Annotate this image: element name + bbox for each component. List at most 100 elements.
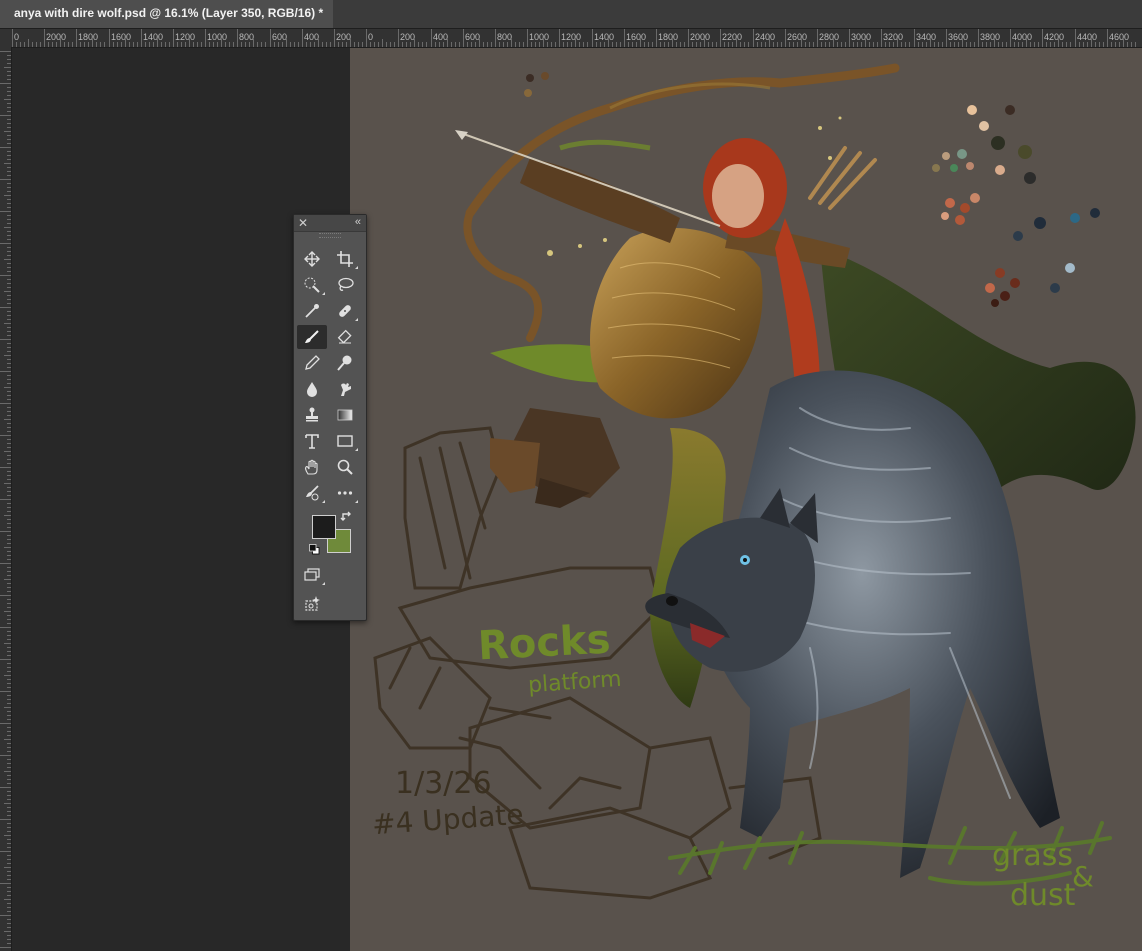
blur-tool[interactable] xyxy=(297,377,327,401)
quick-selection-tool[interactable] xyxy=(297,273,327,297)
ruler-tick xyxy=(7,747,11,748)
stamp-icon xyxy=(306,407,318,422)
brush-tool[interactable] xyxy=(297,325,327,349)
ruler-tick xyxy=(76,29,77,47)
ruler-label: 800 xyxy=(239,32,255,42)
crop-tool[interactable] xyxy=(330,247,360,271)
mixer-brush-tool[interactable] xyxy=(297,481,327,505)
rocks-annotation: Rocks xyxy=(476,616,612,670)
close-icon[interactable]: ✕ xyxy=(298,215,308,231)
ruler-minor-tick xyxy=(1058,39,1059,47)
ruler-tick xyxy=(7,939,11,940)
ruler-tick xyxy=(1010,29,1011,47)
ruler-tick xyxy=(7,715,11,716)
ruler-tick xyxy=(7,727,11,728)
generative-fill-button[interactable] xyxy=(297,592,327,616)
ruler-tick xyxy=(0,659,11,660)
ruler-minor-tick xyxy=(877,42,878,47)
ruler-label: 200 xyxy=(336,32,352,42)
clone-stamp-tool[interactable] xyxy=(297,403,327,427)
swap-colors-icon[interactable] xyxy=(340,510,354,524)
ruler-tick xyxy=(7,639,11,640)
ruler-tick xyxy=(109,29,110,47)
ruler-tick xyxy=(7,399,11,400)
eyedropper-tool[interactable] xyxy=(297,299,327,323)
move-tool[interactable] xyxy=(297,247,327,271)
pencil-tool[interactable] xyxy=(297,351,327,375)
collapse-icon[interactable]: « xyxy=(355,215,361,230)
ruler-tick xyxy=(7,551,11,552)
ruler-tick xyxy=(7,215,11,216)
foreground-color-swatch[interactable] xyxy=(312,515,336,539)
tools-panel[interactable]: ✕ « xyxy=(293,214,367,621)
ruler-tick xyxy=(7,199,11,200)
document-tab[interactable]: anya with dire wolf.psd @ 16.1% (Layer 3… xyxy=(0,0,334,28)
healing-brush-tool[interactable] xyxy=(330,299,360,323)
ruler-tick xyxy=(495,29,496,47)
ruler-tick xyxy=(4,387,11,388)
ruler-tick xyxy=(7,343,11,344)
document-canvas[interactable]: Rocks platform 1/3/26 #4 Update grass & … xyxy=(350,48,1142,951)
ruler-tick xyxy=(7,775,11,776)
dodge-tool[interactable] xyxy=(330,351,360,375)
default-colors-icon[interactable] xyxy=(309,544,320,555)
ruler-minor-tick xyxy=(628,42,629,47)
horizontal-ruler[interactable]: 0 2000 1800 1600 1400 1200 1000 800 600 400 200 0 20… xyxy=(0,29,1142,48)
tools-panel-header[interactable]: ✕ « xyxy=(294,215,366,232)
ruler-label: 1200 xyxy=(175,32,196,42)
ruler-minor-tick xyxy=(346,42,347,47)
ruler-tick xyxy=(7,171,11,172)
ruler-minor-tick xyxy=(724,42,725,47)
ruler-minor-tick xyxy=(491,42,492,47)
generative-icon xyxy=(305,596,320,611)
ruler-minor-tick xyxy=(133,42,134,47)
eraser-icon xyxy=(337,329,352,344)
vertical-ruler[interactable] xyxy=(0,47,12,951)
hand-tool[interactable] xyxy=(297,455,327,479)
panel-grip-handle[interactable] xyxy=(319,233,341,238)
gradient-tool[interactable] xyxy=(330,403,360,427)
zoom-tool[interactable] xyxy=(330,455,360,479)
smudge-tool[interactable] xyxy=(330,377,360,401)
ruler-tick xyxy=(7,523,11,524)
lasso-tool[interactable] xyxy=(330,273,360,297)
ruler-tick xyxy=(0,83,11,84)
ruler-tick xyxy=(7,507,11,508)
ruler-tick xyxy=(7,559,11,560)
ruler-tick xyxy=(7,167,11,168)
ruler-minor-tick xyxy=(358,42,359,47)
screen-mode-button[interactable] xyxy=(297,563,327,587)
ruler-tick xyxy=(7,475,11,476)
ruler-minor-tick xyxy=(612,42,613,47)
ruler-minor-tick xyxy=(821,42,822,47)
ruler-tick xyxy=(0,115,11,116)
more-tools[interactable] xyxy=(330,481,360,505)
ruler-minor-tick xyxy=(604,42,605,47)
ruler-tick xyxy=(7,415,11,416)
ruler-minor-tick xyxy=(169,42,170,47)
ruler-tick xyxy=(7,783,11,784)
ruler-tick xyxy=(7,799,11,800)
eraser-tool[interactable] xyxy=(330,325,360,349)
ruler-minor-tick xyxy=(426,42,427,47)
ruler-tick xyxy=(7,927,11,928)
ruler-tick xyxy=(7,379,11,380)
rectangle-tool[interactable] xyxy=(330,429,360,453)
ruler-minor-tick xyxy=(773,42,774,47)
ruler-tick xyxy=(7,871,11,872)
ruler-tick xyxy=(7,287,11,288)
ruler-tick xyxy=(7,155,11,156)
ruler-tick xyxy=(7,895,11,896)
ruler-tick xyxy=(7,887,11,888)
ruler-tick xyxy=(7,591,11,592)
ruler-minor-tick xyxy=(1127,42,1128,47)
ruler-minor-tick xyxy=(543,39,544,47)
ruler-minor-tick xyxy=(982,42,983,47)
ruler-tick xyxy=(7,55,11,56)
type-icon xyxy=(305,434,319,449)
ruler-tick xyxy=(4,67,11,68)
ruler-minor-tick xyxy=(922,42,923,47)
ruler-minor-tick xyxy=(145,42,146,47)
ruler-tick xyxy=(7,719,11,720)
type-tool[interactable] xyxy=(297,429,327,453)
